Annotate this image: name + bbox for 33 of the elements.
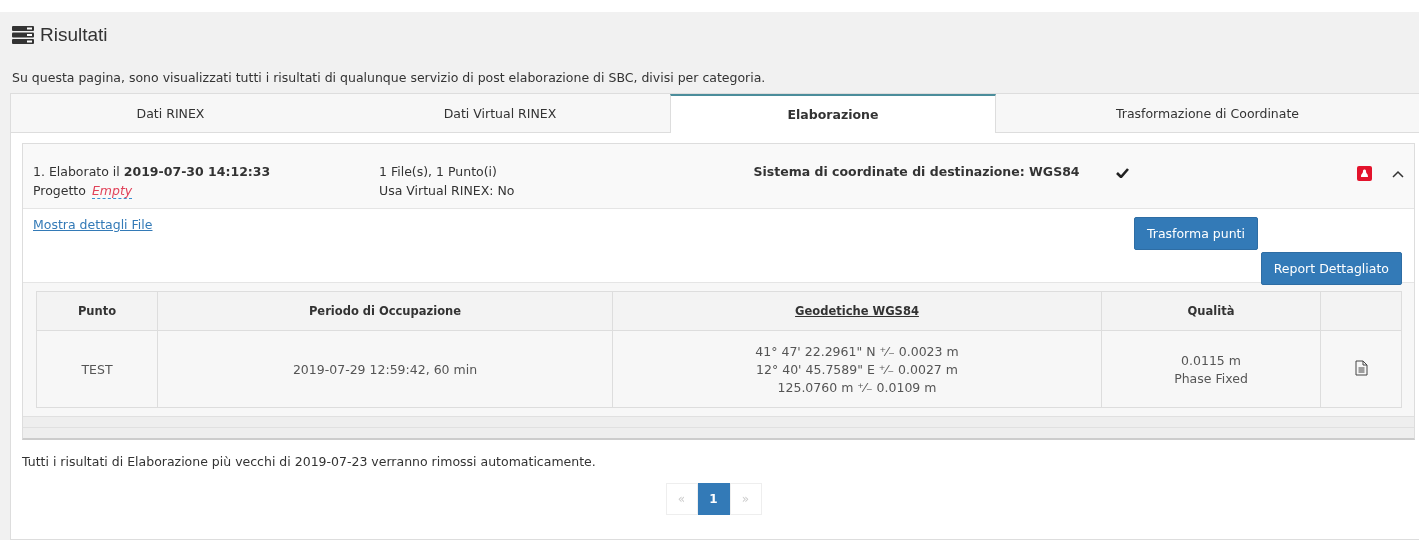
check-icon bbox=[1116, 168, 1129, 178]
list-icon bbox=[12, 26, 34, 44]
virtual-rinex-status: Usa Virtual RINEX: No bbox=[379, 183, 516, 198]
page-button[interactable]: 1 bbox=[697, 483, 730, 515]
table-cell: 2019-07-29 12:59:42, 60 min bbox=[157, 330, 613, 408]
column-header: Qualità bbox=[1101, 291, 1321, 331]
tab[interactable]: Dati Virtual RINEX bbox=[330, 94, 670, 133]
action-button[interactable]: Report Dettagliato bbox=[1260, 252, 1402, 285]
tab[interactable]: Elaborazione bbox=[670, 94, 996, 133]
quality-line: Phase Fixed bbox=[1174, 370, 1248, 386]
document-icon[interactable] bbox=[1354, 359, 1368, 376]
column-header: Periodo di Occupazione bbox=[157, 291, 613, 331]
coordinate-line: 12° 40' 45.7589" E ⁺⁄₋ 0.0027 m bbox=[756, 361, 958, 377]
project-label: Progetto Empty bbox=[33, 183, 134, 198]
processed-date: 1. Elaborato il 2019-07-30 14:12:33 bbox=[33, 164, 272, 179]
tab[interactable]: Dati RINEX bbox=[11, 94, 330, 133]
quality-line: 0.0115 m bbox=[1181, 352, 1241, 368]
file-details-link[interactable]: Mostra dettagli File bbox=[33, 217, 153, 232]
coordinate-line: 41° 47' 22.2961" N ⁺⁄₋ 0.0023 m bbox=[755, 343, 959, 359]
table-cell: TEST bbox=[36, 330, 158, 408]
page-title: Risultati bbox=[40, 24, 108, 46]
target-system: Sistema di coordinate di destinazione: WGS84 bbox=[753, 164, 1080, 179]
file-count: 1 File(s), 1 Punto(i) bbox=[379, 164, 498, 179]
pdf-icon[interactable] bbox=[1357, 166, 1372, 181]
column-header: Geodetiche WGS84 bbox=[612, 291, 1102, 331]
page-description: Su questa pagina, sono visualizzati tutti i risultati di qualunque servizio di post elaborazione di SBC, divisi per categoria. bbox=[12, 70, 767, 85]
column-header: Punto bbox=[36, 291, 158, 331]
coordinate-line: 125.0760 m ⁺⁄₋ 0.0109 m bbox=[777, 379, 937, 395]
action-button[interactable]: Trasforma punti bbox=[1133, 217, 1258, 250]
tab[interactable]: Trasformazione di Coordinate bbox=[996, 94, 1419, 133]
project-value[interactable]: Empty bbox=[91, 183, 133, 199]
retention-note: Tutti i risultati di Elaborazione più vecchi di 2019-07-23 verranno rimossi automaticamente. bbox=[22, 454, 597, 469]
collapse-chevron-icon[interactable] bbox=[1392, 169, 1404, 178]
